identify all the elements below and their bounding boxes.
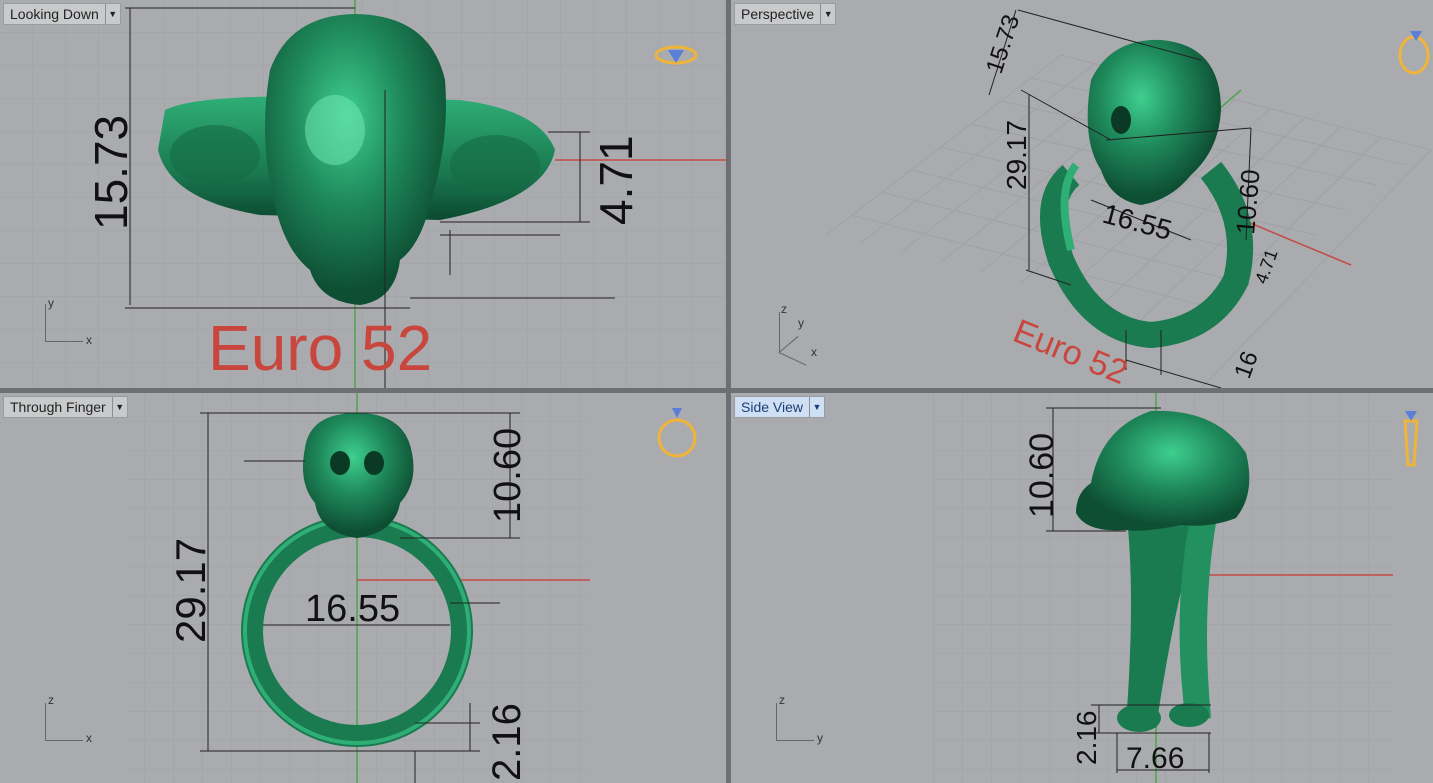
dim-band: 2.16: [485, 703, 529, 781]
dim-band: 4.71: [590, 135, 642, 225]
ring-perspective-icon[interactable]: [1398, 31, 1430, 75]
ring-skull[interactable]: [1087, 39, 1221, 206]
dim-inner: 16.55: [1099, 198, 1175, 246]
axes-widget: z y: [773, 693, 833, 745]
viewport-perspective[interactable]: 15.73 29.17 16.55 10.60 4.71 16 Euro 52 …: [731, 0, 1433, 388]
viewport-tab-perspective[interactable]: Perspective ▼: [734, 3, 837, 25]
dim-band: 4.71: [1251, 247, 1282, 287]
viewport-through-finger[interactable]: 29.17 10.60 16.55 2.16 Through Finger ▼ …: [0, 393, 726, 783]
viewport-looking-down[interactable]: 15.73 4.71 Euro 52 Looking Down ▼ y x: [0, 0, 726, 388]
ring-front-icon[interactable]: [657, 408, 697, 458]
axes-widget: z y x: [776, 300, 836, 366]
dim-width: 7.66: [1126, 742, 1184, 775]
ring-side-icon[interactable]: [1403, 411, 1419, 467]
dim-band: 2.16: [1071, 711, 1102, 766]
chevron-down-icon[interactable]: ▼: [820, 4, 835, 24]
dim-head: 10.60: [487, 428, 529, 523]
grid: 15.73 4.71 Euro 52: [0, 0, 726, 388]
viewport-title: Perspective: [741, 6, 815, 22]
dim-head: 10.60: [1230, 168, 1266, 235]
grid: 10.60 2.16 7.66: [931, 393, 1419, 783]
dim-height: 15.73: [85, 115, 137, 230]
axes-widget: z x: [42, 693, 102, 745]
dim-total: 29.17: [1001, 120, 1032, 190]
viewport-tab-through-finger[interactable]: Through Finger ▼: [3, 396, 128, 418]
viewport-tab-side-view[interactable]: Side View ▼: [734, 396, 826, 418]
dim-skull: 15.73: [981, 11, 1025, 76]
dim-head: 10.60: [1023, 433, 1061, 518]
viewport-tab-looking-down[interactable]: Looking Down ▼: [3, 3, 121, 25]
viewport-title: Looking Down: [10, 6, 99, 22]
perspective-grid: 15.73 29.17 16.55 10.60 4.71 16 Euro 52: [825, 9, 1432, 388]
dim-inner: 16.55: [305, 588, 400, 630]
grid: 29.17 10.60 16.55 2.16: [128, 393, 697, 783]
axes-widget: y x: [42, 296, 102, 347]
viewport-title: Through Finger: [10, 399, 106, 415]
chevron-down-icon[interactable]: ▼: [809, 397, 824, 417]
viewport-title: Side View: [741, 399, 804, 415]
size-label: Euro 52: [208, 312, 432, 384]
chevron-down-icon[interactable]: ▼: [111, 397, 127, 417]
chevron-down-icon[interactable]: ▼: [104, 4, 120, 24]
viewport-side-view[interactable]: 10.60 2.16 7.66 Side View ▼ z y: [731, 393, 1433, 783]
dim-total: 29.17: [167, 538, 214, 643]
